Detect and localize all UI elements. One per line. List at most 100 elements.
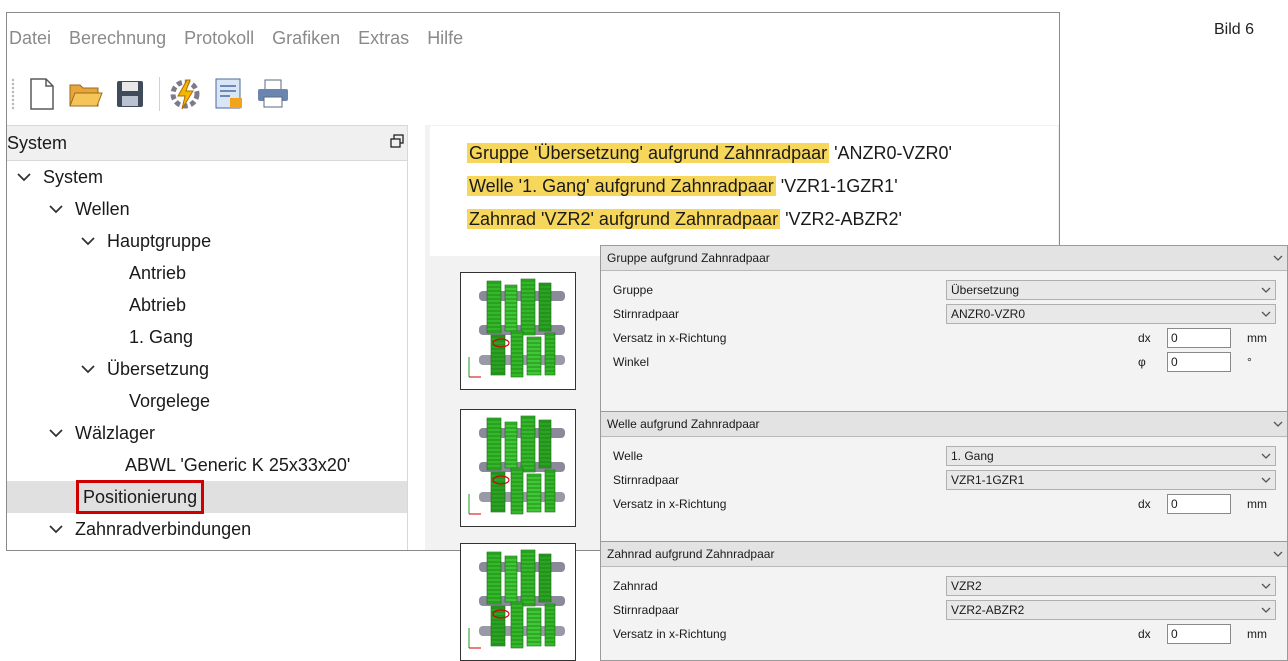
chevron-down-icon	[1261, 473, 1271, 487]
tree-item[interactable]: Vorgelege	[7, 385, 407, 417]
tree-item[interactable]: Positionierung	[7, 480, 407, 514]
tree-item[interactable]: Wellen	[7, 193, 407, 225]
message-line-shaft: Welle '1. Gang' aufgrund Zahnradpaar 'VZ…	[467, 173, 898, 199]
dropdown-value: ANZR0-VZR0	[951, 307, 1026, 321]
tree-item[interactable]: Hauptgruppe	[7, 225, 407, 257]
tree-item[interactable]: Zahnradverbindungen	[7, 513, 407, 545]
field-label: Gruppe	[613, 283, 654, 297]
symbol-label: dx	[1138, 497, 1151, 511]
message-rest: 'VZR1-1GZR1'	[775, 176, 898, 196]
shaft-dialog: Welle aufgrund Zahnradpaar Welle 1. Gang St…	[600, 411, 1288, 542]
tree-item[interactable]: 1. Gang	[7, 321, 407, 353]
message-highlight: Welle '1. Gang' aufgrund Zahnradpaar	[467, 176, 776, 196]
dropdown-select[interactable]: VZR2-ABZR2	[946, 600, 1276, 620]
tree-item-label: System	[43, 166, 104, 187]
dropdown-select[interactable]: VZR1-1GZR1	[946, 470, 1276, 490]
dropdown-select[interactable]: 1. Gang	[946, 446, 1276, 466]
tree-item[interactable]: Abtrieb	[7, 289, 407, 321]
system-tree: System Wellen Hauptgruppe Antrieb Abtrieb 1. …	[7, 161, 407, 545]
dialog-row: Welle 1. Gang	[601, 444, 1287, 468]
field-label: Versatz in x-Richtung	[613, 497, 727, 511]
chevron-down-icon[interactable]	[47, 520, 65, 538]
dialog-title: Zahnrad aufgrund Zahnradpaar	[607, 547, 775, 561]
chevron-down-icon	[1261, 449, 1271, 463]
unit-label: mm	[1247, 627, 1267, 641]
dialog-header[interactable]: Zahnrad aufgrund Zahnradpaar	[601, 542, 1287, 567]
open-folder-icon[interactable]	[69, 77, 103, 111]
report-icon[interactable]	[212, 77, 246, 111]
menu-berechnung[interactable]: Berechnung	[69, 28, 166, 49]
field-label: Welle	[613, 449, 643, 463]
menu-grafiken[interactable]: Grafiken	[272, 28, 340, 49]
restore-window-icon[interactable]	[389, 133, 405, 154]
system-panel: System System Wellen Hauptgruppe Antrieb Abt…	[7, 125, 408, 550]
dropdown-select[interactable]: Übersetzung	[946, 280, 1276, 300]
tree-item-label: 1. Gang	[129, 326, 194, 347]
save-icon[interactable]	[113, 77, 147, 111]
chevron-down-icon	[1261, 283, 1271, 297]
tree-item-label: Hauptgruppe	[107, 230, 212, 251]
dropdown-select[interactable]: VZR2	[946, 576, 1276, 596]
dialog-row: Stirnradpaar VZR2-ABZR2	[601, 598, 1287, 622]
message-rest: 'VZR2-ABZR2'	[780, 209, 902, 229]
menu-extras[interactable]: Extras	[358, 28, 409, 49]
value-input[interactable]: 0	[1167, 624, 1231, 644]
tree-item[interactable]: Wälzlager	[7, 417, 407, 449]
tree-item[interactable]: ABWL 'Generic K 25x33x20'	[7, 449, 407, 481]
collapse-chevron-icon[interactable]	[1273, 547, 1283, 561]
field-label: Versatz in x-Richtung	[613, 331, 727, 345]
collapse-chevron-icon[interactable]	[1273, 251, 1283, 265]
dialog-header[interactable]: Welle aufgrund Zahnradpaar	[601, 412, 1287, 437]
dropdown-select[interactable]: ANZR0-VZR0	[946, 304, 1276, 324]
menu-hilfe[interactable]: Hilfe	[427, 28, 463, 49]
field-label: Versatz in x-Richtung	[613, 627, 727, 641]
chevron-down-icon[interactable]	[47, 424, 65, 442]
message-line-gear: Zahnrad 'VZR2' aufgrund Zahnradpaar 'VZR…	[467, 206, 902, 232]
dialog-row: Gruppe Übersetzung	[601, 278, 1287, 302]
calculate-icon[interactable]	[168, 77, 202, 111]
dialog-header[interactable]: Gruppe aufgrund Zahnradpaar	[601, 246, 1287, 271]
value-input[interactable]: 0	[1167, 494, 1231, 514]
menu-datei[interactable]: Datei	[9, 28, 51, 49]
menu-protokoll[interactable]: Protokoll	[184, 28, 254, 49]
message-rest: 'ANZR0-VZR0'	[829, 143, 952, 163]
gearbox-thumbnail-group	[460, 272, 576, 390]
dialog-row: Stirnradpaar ANZR0-VZR0	[601, 302, 1287, 326]
symbol-label: dx	[1138, 627, 1151, 641]
symbol-label: dx	[1138, 331, 1151, 345]
dialog-row: Winkel φ 0 °	[601, 350, 1287, 374]
tree-item[interactable]: Antrieb	[7, 257, 407, 289]
print-icon[interactable]	[256, 77, 290, 111]
message-highlight: Zahnrad 'VZR2' aufgrund Zahnradpaar	[467, 209, 781, 229]
chevron-down-icon[interactable]	[15, 168, 33, 186]
dialog-row: Versatz in x-Richtung dx 0 mm	[601, 326, 1287, 350]
tree-item-label: Wälzlager	[75, 422, 156, 443]
chevron-down-icon[interactable]	[79, 232, 97, 250]
tree-item[interactable]: System	[7, 161, 407, 193]
unit-label: mm	[1247, 331, 1267, 345]
field-label: Stirnradpaar	[613, 307, 680, 321]
toolbar	[7, 63, 1059, 125]
group-dialog: Gruppe aufgrund Zahnradpaar Gruppe Überset…	[600, 245, 1288, 434]
toolbar-grip[interactable]	[11, 78, 15, 110]
symbol-label: φ	[1138, 355, 1146, 369]
dropdown-value: 1. Gang	[951, 449, 994, 463]
field-label: Zahnrad	[613, 579, 658, 593]
field-label: Stirnradpaar	[613, 603, 680, 617]
dialog-row: Zahnrad VZR2	[601, 574, 1287, 598]
value-input[interactable]: 0	[1167, 352, 1231, 372]
tree-item-label: Abtrieb	[129, 294, 187, 315]
tree-item[interactable]: Übersetzung	[7, 353, 407, 385]
chevron-down-icon	[1261, 603, 1271, 617]
value-input[interactable]: 0	[1167, 328, 1231, 348]
message-line-group: Gruppe 'Übersetzung' aufgrund Zahnradpaa…	[467, 140, 952, 166]
new-document-icon[interactable]	[25, 77, 59, 111]
chevron-down-icon[interactable]	[79, 360, 97, 378]
dialog-row: Versatz in x-Richtung dx 0 mm	[601, 492, 1287, 516]
tree-item-label: ABWL 'Generic K 25x33x20'	[125, 454, 351, 475]
message-highlight: Gruppe 'Übersetzung' aufgrund Zahnradpaa…	[467, 143, 830, 163]
menu-bar: Datei Berechnung Protokoll Grafiken Extr…	[7, 13, 1059, 63]
chevron-down-icon[interactable]	[47, 200, 65, 218]
tree-item-label: Vorgelege	[129, 390, 211, 411]
collapse-chevron-icon[interactable]	[1273, 417, 1283, 431]
